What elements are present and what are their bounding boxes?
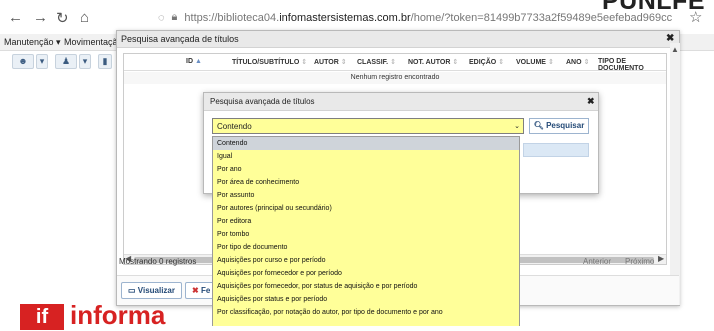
option-tombo[interactable]: Por tombo [213, 228, 519, 241]
reload-icon[interactable]: ↻ [56, 9, 69, 27]
option-aquisicoes-curso[interactable]: Aquisições por curso e por período [213, 254, 519, 267]
search-mode-select[interactable]: Contendo ⌄ [212, 118, 524, 134]
url-text: https://biblioteca04.infomastersistemas.… [184, 11, 673, 24]
chevron-down-icon[interactable]: ▾ [36, 54, 48, 69]
option-por-ano[interactable]: Por ano [213, 163, 519, 176]
book-icon[interactable]: ▮ [98, 54, 112, 69]
menu-movimentacao[interactable]: Movimentaçã [64, 37, 118, 47]
address-bar[interactable]: ◌ 🔒︎ https://biblioteca04.infomastersist… [150, 5, 680, 30]
back-icon[interactable]: ← [8, 9, 23, 26]
lock-icon: 🔒︎ [171, 11, 178, 23]
shield-icon: ◌ [158, 11, 165, 24]
close-icon[interactable]: ✖ [587, 96, 595, 107]
option-aquisicoes-fornecedor-status[interactable]: Aquisições por fornecedor, por status de… [213, 280, 519, 293]
option-assunto[interactable]: Por assunto [213, 189, 519, 202]
option-editora[interactable]: Por editora [213, 215, 519, 228]
search-icon: 🔍︎ [533, 121, 547, 130]
logo-mark: if [20, 304, 64, 330]
col-volume[interactable]: VOLUME ⇕ [516, 58, 554, 66]
chevron-down-icon: ⌄ [514, 123, 520, 130]
prev-page-link[interactable]: Anterior [583, 257, 611, 266]
option-contendo[interactable]: Contendo [213, 137, 519, 150]
option-classificacao[interactable]: Por classificação, por notação do autor,… [213, 306, 519, 319]
view-button[interactable]: ▭ Visualizar [121, 282, 182, 299]
page-brand-fragment: PUNLFE [602, 0, 705, 15]
col-titulo[interactable]: TÍTULO/SUBTÍTULO ⇕ [232, 58, 307, 66]
col-ano[interactable]: ANO ⇕ [566, 58, 589, 66]
col-autor[interactable]: AUTOR ⇕ [314, 58, 347, 66]
col-tipo-documento[interactable]: TIPO DE DOCUMENTO [598, 58, 666, 72]
selected-value: Contendo [217, 122, 252, 131]
monitor-icon: ▭ [128, 286, 138, 295]
outer-dialog-title: Pesquisa avançada de títulos [117, 31, 679, 48]
table-header: ID ▲ TÍTULO/SUBTÍTULO ⇕ AUTOR ⇕ CLASSIF. ⇕ N… [124, 54, 666, 72]
search-input[interactable] [523, 143, 589, 157]
option-aquisicoes-fornecedor[interactable]: Aquisições por fornecedor e por período [213, 267, 519, 280]
scroll-up-icon[interactable]: ▲ [671, 45, 679, 54]
option-aquisicoes-status[interactable]: Aquisições por status e por período [213, 293, 519, 306]
users-icon[interactable]: ☻ [12, 54, 34, 69]
option-tipo-documento[interactable]: Por tipo de documento [213, 241, 519, 254]
option-igual[interactable]: Igual [213, 150, 519, 163]
col-not-autor[interactable]: NOT. AUTOR ⇕ [408, 58, 458, 66]
search-button[interactable]: 🔍︎ Pesquisar [529, 118, 589, 134]
col-classif[interactable]: CLASSIF. ⇕ [357, 58, 396, 66]
user-icon[interactable]: ♟ [55, 54, 77, 69]
menu-manutencao[interactable]: Manutenção ▾ [4, 37, 61, 48]
forward-icon[interactable]: → [33, 9, 48, 26]
option-autores[interactable]: Por autores (principal ou secundário) [213, 202, 519, 215]
col-id[interactable]: ID ▲ [186, 58, 202, 65]
inner-dialog-title: Pesquisa avançada de títulos [204, 93, 598, 111]
chevron-down-icon[interactable]: ▾ [79, 54, 91, 69]
search-mode-options: Contendo Igual Por ano Por área de conhe… [212, 136, 520, 326]
option-area[interactable]: Por área de conhecimento [213, 176, 519, 189]
records-count: Mostrando 0 registros [119, 257, 197, 266]
close-icon: ✖ [192, 286, 201, 295]
empty-message: Nenhum registro encontrado [124, 72, 666, 84]
home-icon[interactable]: ⌂ [80, 9, 89, 26]
next-page-link[interactable]: Próximo [625, 257, 654, 266]
col-edicao[interactable]: EDIÇÃO ⇕ [469, 58, 504, 66]
